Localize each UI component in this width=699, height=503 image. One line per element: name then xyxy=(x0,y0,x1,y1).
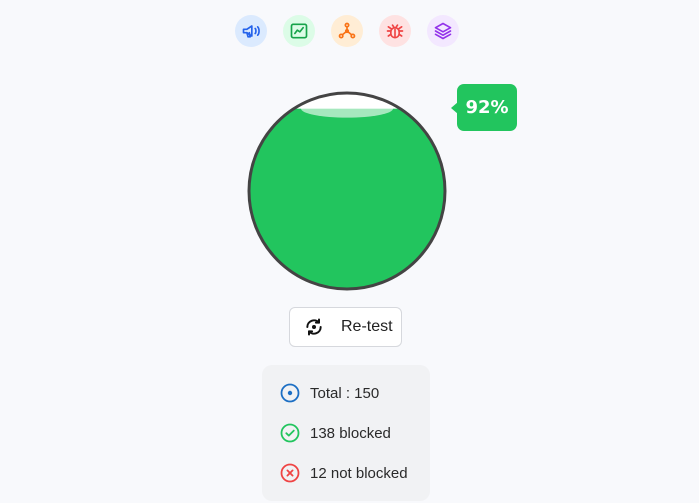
target-icon xyxy=(280,383,300,403)
network-button[interactable] xyxy=(331,15,363,47)
bug-icon xyxy=(386,24,404,39)
analytics-button[interactable] xyxy=(283,15,315,47)
blocked-text: 138 blocked xyxy=(310,424,391,442)
network-icon xyxy=(338,22,356,39)
not-blocked-text: 12 not blocked xyxy=(310,464,408,482)
refresh-icon xyxy=(304,317,324,337)
megaphone-icon xyxy=(242,25,260,38)
total-text: Total : 150 xyxy=(310,384,380,402)
check-circle-icon xyxy=(280,423,300,443)
retest-button[interactable]: Re-test xyxy=(289,307,402,347)
layers-icon xyxy=(434,22,452,40)
percent-label: 92% xyxy=(465,97,509,118)
stats-panel: Total : 150 138 blocked 12 not blocked xyxy=(262,365,430,501)
result-gauge xyxy=(246,90,448,292)
layers-button[interactable] xyxy=(427,15,459,47)
bug-button[interactable] xyxy=(379,15,411,47)
toolbar xyxy=(235,15,459,47)
gauge-wave xyxy=(301,99,393,118)
stat-not-blocked: 12 not blocked xyxy=(280,463,430,483)
x-circle-icon xyxy=(280,463,300,483)
percent-badge: 92% xyxy=(451,84,517,131)
test-result-panel: 92% Re-test Total : 150 138 blocked 12 n… xyxy=(0,0,699,503)
retest-label: Re-test xyxy=(341,318,393,335)
stat-blocked: 138 blocked xyxy=(280,423,430,443)
gauge-fill xyxy=(249,108,445,289)
stat-total: Total : 150 xyxy=(280,383,430,403)
chart-line-icon xyxy=(290,23,308,39)
megaphone-button[interactable] xyxy=(235,15,267,47)
